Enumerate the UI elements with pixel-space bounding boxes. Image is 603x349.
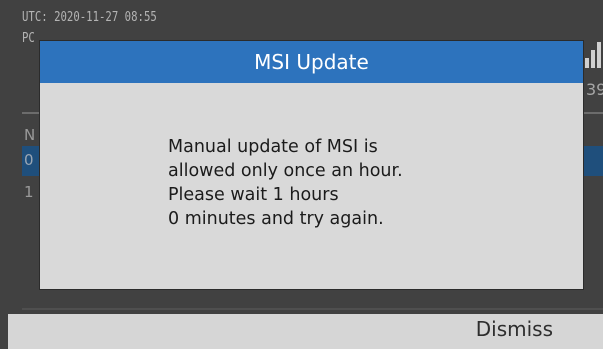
background-bottom-divider xyxy=(22,308,603,310)
dialog-message-line: allowed only once an hour. xyxy=(168,161,403,181)
background-selected-row-text: 0 xyxy=(24,151,34,169)
dismiss-button[interactable]: Dismiss xyxy=(476,317,553,341)
signal-strength-icon xyxy=(585,40,603,68)
dialog-message-line: 0 minutes and try again. xyxy=(168,209,384,229)
dialog-message-line: Please wait 1 hours xyxy=(168,185,339,205)
dialog-message-line: Manual update of MSI is xyxy=(168,137,378,157)
dialog-message: Manual update of MSI is allowed only onc… xyxy=(168,135,403,231)
background-partial-value: 39 xyxy=(586,80,603,99)
background-partial-label: PC xyxy=(22,31,35,46)
dialog-title: MSI Update xyxy=(40,41,583,83)
utc-status-line: UTC: 2020-11-27 08:55 xyxy=(22,10,157,25)
msi-update-dialog: MSI Update Manual update of MSI is allow… xyxy=(40,41,583,289)
softkey-bar: Dismiss xyxy=(8,314,603,349)
background-list-row: 1 xyxy=(24,183,34,201)
background-list-header: N xyxy=(24,126,36,144)
